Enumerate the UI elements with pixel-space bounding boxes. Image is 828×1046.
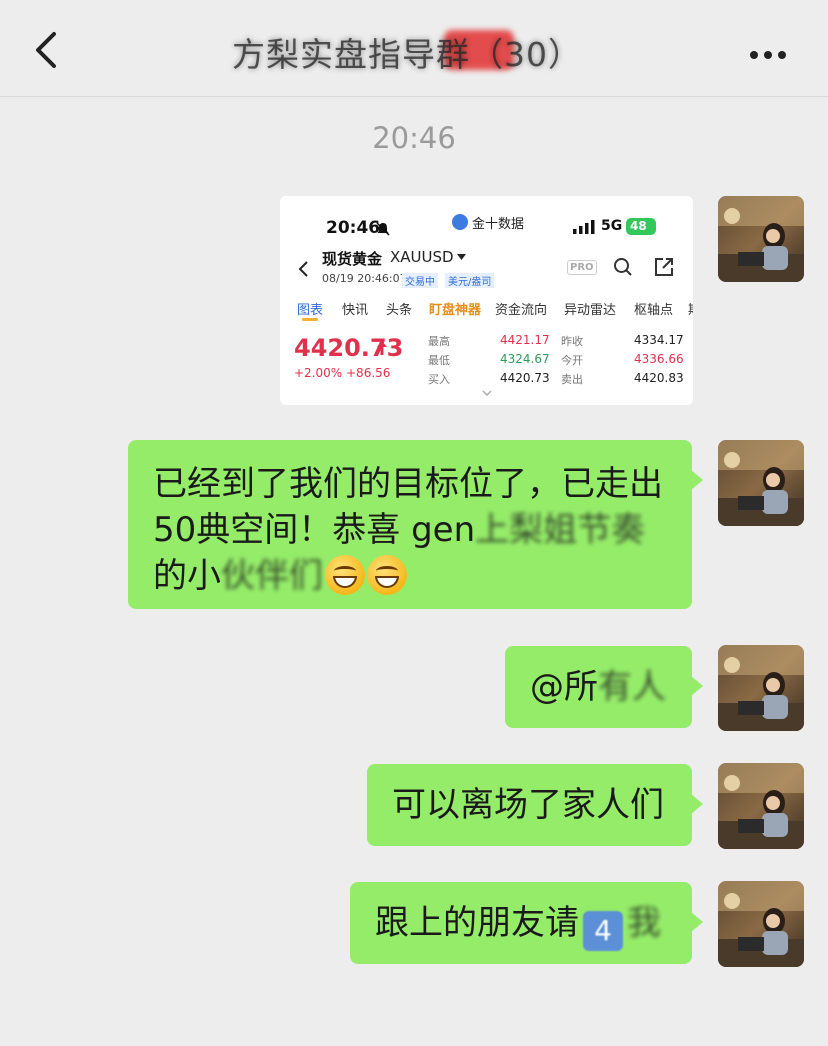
stat-open: 4336.66: [634, 352, 684, 366]
battery-level: 48: [626, 218, 656, 235]
message-bubble[interactable]: 跟上的朋友请 4 我: [350, 882, 703, 964]
message-text-fragment: @所: [530, 667, 598, 707]
message-timestamp: 20:46: [372, 121, 456, 155]
grinning-emoji-icon: [367, 555, 407, 595]
tab-flash: 快讯: [342, 303, 369, 318]
back-chevron-icon: [298, 261, 308, 277]
stat-label-open: 今开: [561, 354, 583, 367]
message-text-line: 已经到了我们的目标位了，已走出: [153, 464, 663, 504]
instrument-symbol: XAUUSD: [390, 248, 454, 266]
stat-low: 4324.67: [500, 352, 550, 366]
tab-more: 期: [688, 299, 693, 318]
share-icon: [655, 258, 673, 276]
message-text-fragment: 空间！恭喜 gen: [230, 510, 476, 550]
shared-screenshot-card[interactable]: 20:46 金十数据 5G 48 现货黄金 XAUUSD 08/19 20:46…: [280, 196, 693, 405]
stat-label-ask: 卖出: [561, 373, 583, 386]
currency-tag: 美元/盎司: [445, 273, 495, 288]
app-logo-icon: [452, 214, 468, 230]
change-percent: +2.00%: [294, 366, 343, 380]
message-text-fragment: 可以离场了家人们: [392, 785, 664, 825]
tab-headlines: 头条: [386, 303, 413, 318]
stat-label-prev: 昨收: [561, 335, 583, 348]
tab-pivot: 枢轴点: [634, 303, 674, 318]
avatar[interactable]: [718, 645, 804, 731]
pro-badge: PRO: [567, 260, 597, 275]
change-absolute: +86.56: [346, 366, 391, 380]
bell-muted-icon: [376, 222, 390, 236]
stat-label-high: 最高: [428, 335, 450, 348]
chat-title[interactable]: 方梨实盘指导群（30）: [232, 28, 582, 76]
keycap-four-emoji-icon: 4: [583, 911, 623, 951]
stat-label-bid: 买入: [428, 373, 450, 386]
message-text-fragment: 我: [627, 903, 661, 943]
signal-icon: [573, 220, 595, 234]
message-bubble[interactable]: @所有人: [505, 646, 703, 728]
stat-label-low: 最低: [428, 354, 450, 367]
avatar[interactable]: [718, 763, 804, 849]
avatar[interactable]: [718, 881, 804, 967]
tab-chart: 图表: [297, 303, 324, 318]
quote-datetime: 08/19 20:46:07: [322, 272, 407, 285]
message-text-fragment: 跟上的朋友请: [375, 903, 579, 943]
grinning-emoji-icon: [325, 555, 365, 595]
search-icon: [614, 258, 632, 276]
message-text-fragment: 上梨姐节奏: [475, 510, 646, 550]
stat-bid: 4420.73: [500, 371, 550, 385]
chat-header: 方梨实盘指导群（30）: [0, 0, 828, 97]
back-arrow-icon[interactable]: [30, 30, 64, 70]
instrument-name: 现货黄金: [322, 250, 383, 268]
up-arrow-icon: [377, 341, 387, 355]
expand-chevron-icon: [482, 390, 492, 396]
tab-indicator: [302, 318, 318, 321]
stat-high: 4421.17: [500, 333, 550, 347]
message-text-fragment: 的小: [153, 556, 221, 596]
stat-prev: 4334.17: [634, 333, 684, 347]
message-text-fragment: 50典: [153, 510, 231, 550]
trading-status-tag: 交易中: [402, 273, 438, 288]
caret-down-icon: [457, 254, 466, 260]
app-name: 金十数据: [472, 217, 525, 232]
message-text-fragment: 有人: [598, 667, 666, 707]
more-options-icon[interactable]: [750, 44, 792, 59]
tab-radar: 异动雷达: [564, 303, 617, 318]
avatar[interactable]: [718, 196, 804, 282]
message-bubble[interactable]: 可以离场了家人们: [367, 764, 703, 846]
tab-fund-flow: 资金流向: [495, 303, 548, 318]
network-label: 5G: [601, 218, 623, 234]
avatar[interactable]: [718, 440, 804, 526]
stat-ask: 4420.83: [634, 371, 684, 385]
tab-monitor: 盯盘神器: [429, 303, 482, 318]
message-text-fragment: 伙伴们: [221, 556, 323, 596]
message-bubble[interactable]: 已经到了我们的目标位了，已走出 50典空间！恭喜 gen上梨姐节奏 的小伙伴们: [128, 440, 703, 609]
status-time: 20:46: [326, 218, 381, 238]
